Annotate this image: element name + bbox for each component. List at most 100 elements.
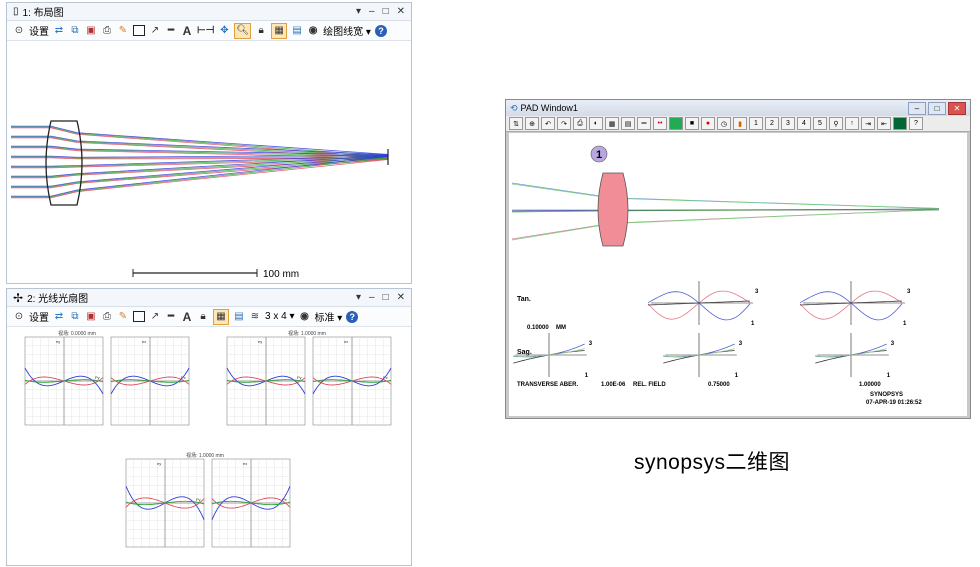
clock-icon[interactable]: ◉ bbox=[298, 310, 310, 324]
pad-table-icon[interactable]: ▤ bbox=[621, 117, 635, 130]
copy-icon[interactable]: ⧉ bbox=[69, 24, 81, 38]
line-tool-icon[interactable]: ━ bbox=[165, 310, 177, 324]
close-icon[interactable]: ✕ bbox=[948, 101, 966, 115]
pad-square-icon[interactable]: ■ bbox=[685, 117, 699, 130]
pad-fan-label-bottom: 1 bbox=[585, 373, 589, 379]
save-icon[interactable]: ▣ bbox=[85, 24, 97, 38]
clock-icon[interactable]: ◉ bbox=[307, 24, 319, 38]
pan-icon[interactable]: ✥ bbox=[218, 24, 230, 38]
pad-fan-label-top: 3 bbox=[907, 289, 911, 295]
pad-titlebar[interactable]: ⟲ PAD Window1 – □ ✕ bbox=[506, 100, 970, 116]
pad-lens bbox=[597, 172, 629, 247]
text-tool-icon[interactable]: A bbox=[181, 24, 193, 38]
minimize-icon[interactable]: – bbox=[369, 6, 375, 17]
pad-red-dot-icon[interactable]: ● bbox=[701, 117, 715, 130]
pad-zoom-in-icon[interactable]: ⇥ bbox=[861, 117, 875, 130]
layout-ray bbox=[11, 135, 389, 156]
window-icon: ▯ bbox=[13, 6, 19, 17]
grid-layout-icon[interactable]: ▦ bbox=[271, 22, 288, 39]
line-tool-icon[interactable]: ━ bbox=[165, 24, 177, 38]
lock-icon[interactable]: 🔒︎ bbox=[255, 24, 267, 38]
fan-window-titlebar[interactable]: ✢ 2: 光线光扇图 ▾ – □ ✕ bbox=[7, 289, 411, 307]
settings-button[interactable]: 设置 bbox=[29, 23, 49, 38]
pad-view-4-button[interactable]: 4 bbox=[797, 117, 811, 130]
pad-chart-icon[interactable]: ▮ bbox=[733, 117, 747, 130]
pad-zoom-out-icon[interactable]: ⇤ bbox=[877, 117, 891, 130]
minimize-icon[interactable]: – bbox=[908, 101, 926, 115]
text-tool-icon[interactable]: A bbox=[181, 310, 193, 324]
pad-fan-label-bottom: 1 bbox=[751, 321, 755, 327]
pad-undo-icon[interactable]: ↶ bbox=[541, 117, 555, 130]
pad-drawing: 1 Tan. 0.10000 MM Sag. 3131313131 TRANSV… bbox=[511, 145, 940, 406]
fan-axis-label-vertical: ex bbox=[243, 461, 247, 466]
minimize-icon[interactable]: – bbox=[369, 292, 375, 303]
close-icon[interactable]: ✕ bbox=[397, 292, 405, 303]
pad-view-1-button[interactable]: 1 bbox=[749, 117, 763, 130]
pad-up-icon[interactable]: ↑ bbox=[845, 117, 859, 130]
settings-button[interactable]: 设置 bbox=[29, 309, 49, 324]
pencil-icon[interactable]: ✎ bbox=[117, 310, 129, 324]
pad-print-icon[interactable]: ⎙ bbox=[573, 117, 587, 130]
close-icon[interactable]: ✕ bbox=[397, 6, 405, 17]
help-icon[interactable]: ? bbox=[374, 24, 387, 37]
rectangle-tool-icon[interactable] bbox=[133, 25, 145, 36]
zoom-icon[interactable]: 🔍︎ bbox=[234, 22, 252, 39]
pencil-icon[interactable]: ✎ bbox=[117, 24, 129, 38]
refresh-icon[interactable]: ⇄ bbox=[53, 310, 65, 324]
pad-target-icon[interactable]: ⊕ bbox=[525, 117, 539, 130]
lock-icon[interactable]: 🔒︎ bbox=[197, 310, 209, 324]
pad-ray bbox=[511, 209, 940, 240]
pad-fan-label-top: 3 bbox=[739, 341, 743, 347]
save-icon[interactable]: ▣ bbox=[85, 310, 97, 324]
layout-window-title: 1: 布局图 bbox=[22, 8, 64, 19]
pad-ruler-icon[interactable]: ═ bbox=[637, 117, 651, 130]
pad-window-title: PAD Window1 bbox=[520, 103, 578, 113]
maximize-icon[interactable]: □ bbox=[383, 6, 389, 17]
pad-view-2-button[interactable]: 2 bbox=[765, 117, 779, 130]
print-icon[interactable]: ⎙ bbox=[101, 24, 113, 38]
maximize-icon[interactable]: □ bbox=[928, 101, 946, 115]
help-icon[interactable]: ? bbox=[346, 310, 359, 323]
pad-color-icon[interactable] bbox=[669, 117, 683, 130]
dropdown-icon[interactable]: ▾ bbox=[356, 6, 361, 17]
pad-view-5-button[interactable]: 5 bbox=[813, 117, 827, 130]
grid-size-dropdown[interactable]: 3 x 4 ▾ bbox=[265, 311, 294, 322]
draw-style-dropdown[interactable]: 绘图线宽 ▾ bbox=[323, 23, 371, 38]
print-icon[interactable]: ⎙ bbox=[101, 310, 113, 324]
dropdown-icon[interactable]: ▾ bbox=[356, 292, 361, 303]
pad-redo-icon[interactable]: ↷ bbox=[557, 117, 571, 130]
pad-pin-icon[interactable]: ⚲ bbox=[829, 117, 843, 130]
settings-chevron-icon[interactable]: ⊙ bbox=[13, 24, 25, 38]
settings-chevron-icon[interactable]: ⊙ bbox=[13, 310, 25, 324]
layout-window-titlebar[interactable]: ▯ 1: 布局图 ▾ – □ ✕ bbox=[7, 3, 411, 21]
pad-view-3-button[interactable]: 3 bbox=[781, 117, 795, 130]
scale-value: 0.10000 bbox=[527, 325, 549, 331]
fan-plot-title-2: 视场: 1.0000 mm bbox=[288, 330, 326, 337]
pad-lens-icon[interactable]: ◐ bbox=[589, 117, 603, 130]
pad-clock-icon[interactable]: ◷ bbox=[717, 117, 731, 130]
maximize-icon[interactable]: □ bbox=[383, 292, 389, 303]
pad-ray bbox=[511, 209, 940, 241]
refresh-icon[interactable]: ⇄ bbox=[53, 24, 65, 38]
pad-screen-icon[interactable] bbox=[893, 117, 907, 130]
pad-canvas: 1 Tan. 0.10000 MM Sag. 3131313131 TRANSV… bbox=[509, 133, 967, 416]
ray-fan-plots: 视场: 0.0000 mm 视场: 1.0000 mm 视场: 1.0000 m… bbox=[24, 330, 392, 548]
copy-icon[interactable]: ⧉ bbox=[69, 310, 81, 324]
footer-field-label: REL. FIELD bbox=[633, 382, 666, 388]
arrow-tool-icon[interactable]: ↗ bbox=[149, 310, 161, 324]
pad-help-icon[interactable]: ? bbox=[909, 117, 923, 130]
layers-icon[interactable]: ≋ bbox=[249, 310, 261, 324]
window-layout-icon[interactable]: ▤ bbox=[233, 310, 245, 324]
dimension-tool-icon[interactable]: ⊢⊣ bbox=[197, 24, 214, 38]
pad-dots-icon[interactable]: •• bbox=[653, 117, 667, 130]
rectangle-tool-icon[interactable] bbox=[133, 311, 145, 322]
field-value-1: 0.75000 bbox=[708, 382, 730, 388]
pad-move-icon[interactable]: ⇅ bbox=[509, 117, 523, 130]
scale-label: 100 mm bbox=[263, 269, 299, 280]
field-value-2: 1.00000 bbox=[859, 382, 881, 388]
standard-dropdown[interactable]: 标准 ▾ bbox=[314, 309, 342, 324]
pad-grid-icon[interactable]: ▦ bbox=[605, 117, 619, 130]
arrow-tool-icon[interactable]: ↗ bbox=[149, 24, 161, 38]
window-layout-icon[interactable]: ▤ bbox=[291, 24, 303, 38]
grid-layout-icon[interactable]: ▦ bbox=[213, 308, 229, 325]
